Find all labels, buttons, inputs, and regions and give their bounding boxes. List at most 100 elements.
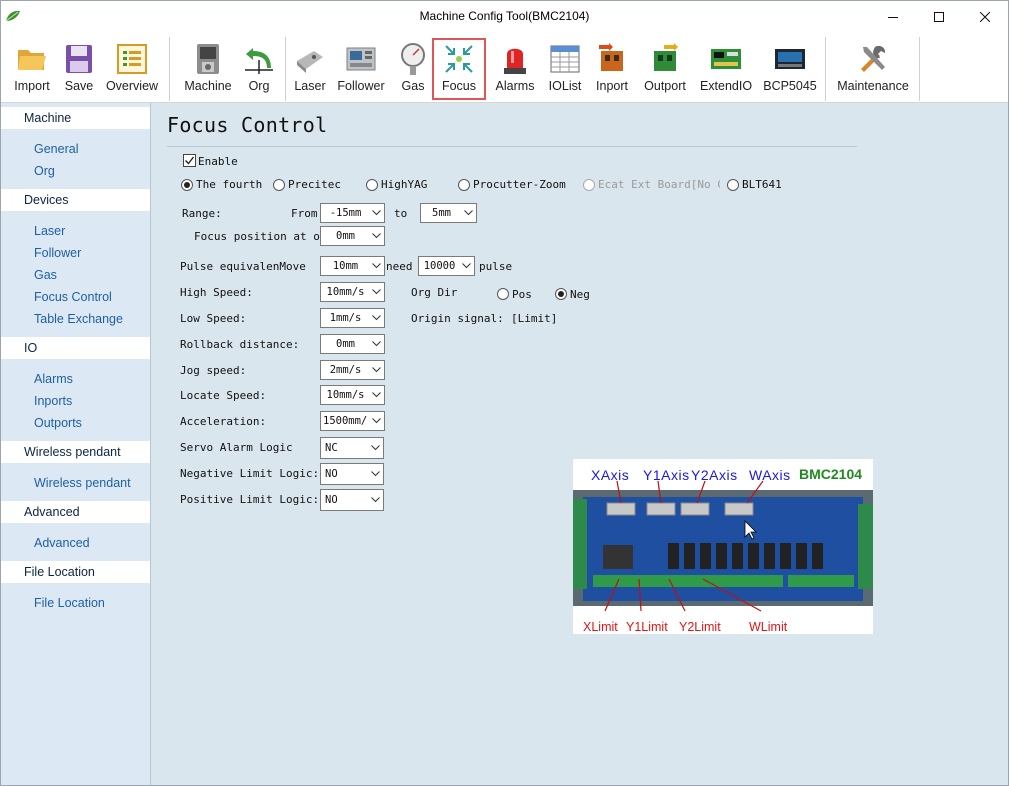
high-speed-select[interactable]: 10mm/s <box>320 282 385 302</box>
toolbar-alarms-button[interactable]: Alarms <box>494 33 536 103</box>
sidebar-group-devices[interactable]: Devices <box>1 189 150 211</box>
sidebar-group-file-location[interactable]: File Location <box>1 561 150 583</box>
title-bar: Machine Config Tool(BMC2104) <box>1 1 1008 33</box>
focus-position-label: Focus position at org <box>194 230 334 243</box>
toolbar-gas-button[interactable]: Gas <box>396 33 430 103</box>
acceleration-label: Acceleration: <box>180 415 267 428</box>
sidebar-item-focus-control[interactable]: Focus Control <box>34 289 112 305</box>
toolbar-outport-button[interactable]: Outport <box>640 33 690 103</box>
toolbar-save-button[interactable]: Save <box>58 33 100 103</box>
list-document-icon <box>117 44 147 74</box>
follower-device-icon <box>346 47 376 71</box>
negative-limit-logic-select[interactable]: NO <box>320 463 384 485</box>
sidebar-item-alarms[interactable]: Alarms <box>34 371 73 387</box>
chevron-down-icon <box>372 315 381 321</box>
toolbar-separator <box>169 37 170 101</box>
servo-alarm-logic-label: Servo Alarm Logic <box>180 441 293 454</box>
toolbar-org-button[interactable]: Org <box>241 33 277 103</box>
chevron-down-icon <box>464 210 473 216</box>
toolbar-import-button[interactable]: Import <box>8 33 56 103</box>
chevron-down-icon <box>371 445 380 451</box>
toolbar-follower-button[interactable]: Follower <box>335 33 387 103</box>
sidebar-group-io[interactable]: IO <box>1 337 150 359</box>
toolbar-iolist-button[interactable]: IOList <box>545 33 585 103</box>
laser-head-icon <box>297 51 323 73</box>
sidebar-group-advanced[interactable]: Advanced <box>1 501 150 523</box>
range-label: Range: <box>182 207 222 220</box>
org-dir-pos-radio[interactable] <box>497 288 509 300</box>
close-button[interactable] <box>962 1 1008 33</box>
sidebar-item-wireless-pendant[interactable]: Wireless pendant <box>34 475 131 491</box>
radio-the-fourth[interactable] <box>181 179 193 191</box>
enable-label: Enable <box>198 155 238 168</box>
board-label-y1limit: Y1Limit <box>626 620 668 634</box>
radio-ecat-ext-board[interactable] <box>583 179 595 191</box>
alarm-light-icon <box>504 48 526 74</box>
maximize-button[interactable] <box>916 1 962 33</box>
board-wiring-image: XAxis Y1Axis Y2Axis WAxis BMC2104 XLimit… <box>573 459 873 634</box>
locate-speed-select[interactable]: 10mm/s <box>320 385 385 405</box>
low-speed-select[interactable]: 1mm/s <box>320 308 385 328</box>
toolbar-separator <box>825 37 826 101</box>
sidebar-item-outports[interactable]: Outports <box>34 415 82 431</box>
sidebar: Machine General Org Devices Laser Follow… <box>1 103 151 785</box>
radio-highyag-label: HighYAG <box>381 178 428 191</box>
toolbar-separator <box>919 37 920 101</box>
sidebar-group-wireless-pendant[interactable]: Wireless pendant <box>1 441 150 463</box>
sidebar-item-inports[interactable]: Inports <box>34 393 72 409</box>
servo-alarm-logic-select[interactable]: NC <box>320 437 384 459</box>
enable-checkbox[interactable] <box>183 154 196 167</box>
range-from-label: From <box>291 207 318 220</box>
toolbar-inport-button[interactable]: Inport <box>591 33 633 103</box>
chevron-down-icon <box>372 418 381 424</box>
sidebar-item-general[interactable]: General <box>34 141 78 157</box>
focus-control-panel: Focus Control Enable The fourth Precitec… <box>151 103 1008 785</box>
org-dir-neg-label: Neg <box>570 288 590 301</box>
negative-limit-logic-label: Negative Limit Logic: <box>180 467 320 480</box>
toolbar-extendio-button[interactable]: ExtendIO <box>699 33 753 103</box>
pulse-need-label: need <box>386 260 413 273</box>
minimize-icon <box>888 17 898 18</box>
range-to-select[interactable]: 5mm <box>420 203 477 223</box>
board-label-waxis: WAxis <box>749 467 791 483</box>
inport-icon <box>599 43 623 71</box>
chevron-down-icon <box>372 289 381 295</box>
pulse-need-select[interactable]: 10000 <box>418 256 475 276</box>
jog-speed-select[interactable]: 2mm/s <box>320 360 385 380</box>
sidebar-item-table-exchange[interactable]: Table Exchange <box>34 311 123 327</box>
rollback-distance-select[interactable]: 0mm <box>320 334 385 354</box>
sidebar-item-laser[interactable]: Laser <box>34 223 65 239</box>
sidebar-item-gas[interactable]: Gas <box>34 267 57 283</box>
range-from-select[interactable]: -15mm <box>320 203 385 223</box>
radio-highyag[interactable] <box>366 179 378 191</box>
toolbar-maintenance-button[interactable]: Maintenance <box>835 33 911 103</box>
table-icon <box>550 45 580 73</box>
org-dir-label: Org Dir <box>411 286 458 299</box>
toolbar-bcp5045-button[interactable]: BCP5045 <box>763 33 817 103</box>
toolbar-overview-button[interactable]: Overview <box>103 33 161 103</box>
low-speed-label: Low Speed: <box>180 312 247 325</box>
positive-limit-logic-select[interactable]: NO <box>320 489 384 511</box>
sidebar-item-org[interactable]: Org <box>34 163 55 179</box>
radio-procutter-zoom[interactable] <box>458 179 470 191</box>
sidebar-item-follower[interactable]: Follower <box>34 245 81 261</box>
pulse-move-select[interactable]: 10mm <box>320 256 385 276</box>
radio-precitec[interactable] <box>273 179 285 191</box>
org-dir-neg-radio[interactable] <box>555 288 567 300</box>
toolbar-laser-button[interactable]: Laser <box>291 33 329 103</box>
board-model-label: BMC2104 <box>799 466 863 482</box>
radio-precitec-label: Precitec <box>288 178 341 191</box>
sidebar-item-advanced[interactable]: Advanced <box>34 535 90 551</box>
pulse-equivalent-label: Pulse equivalenMove <box>180 260 306 273</box>
close-icon <box>980 12 990 22</box>
radio-blt641[interactable] <box>727 179 739 191</box>
sidebar-group-machine[interactable]: Machine <box>1 107 150 129</box>
sidebar-item-file-location[interactable]: File Location <box>34 595 105 611</box>
minimize-button[interactable] <box>870 1 916 33</box>
acceleration-select[interactable]: 1500mm/: <box>320 411 385 431</box>
chevron-down-icon <box>371 471 380 477</box>
toolbar-machine-button[interactable]: Machine <box>180 33 236 103</box>
board-diagram <box>573 480 873 612</box>
focus-position-select[interactable]: 0mm <box>320 226 385 246</box>
pulse-unit-label: pulse <box>479 260 513 273</box>
